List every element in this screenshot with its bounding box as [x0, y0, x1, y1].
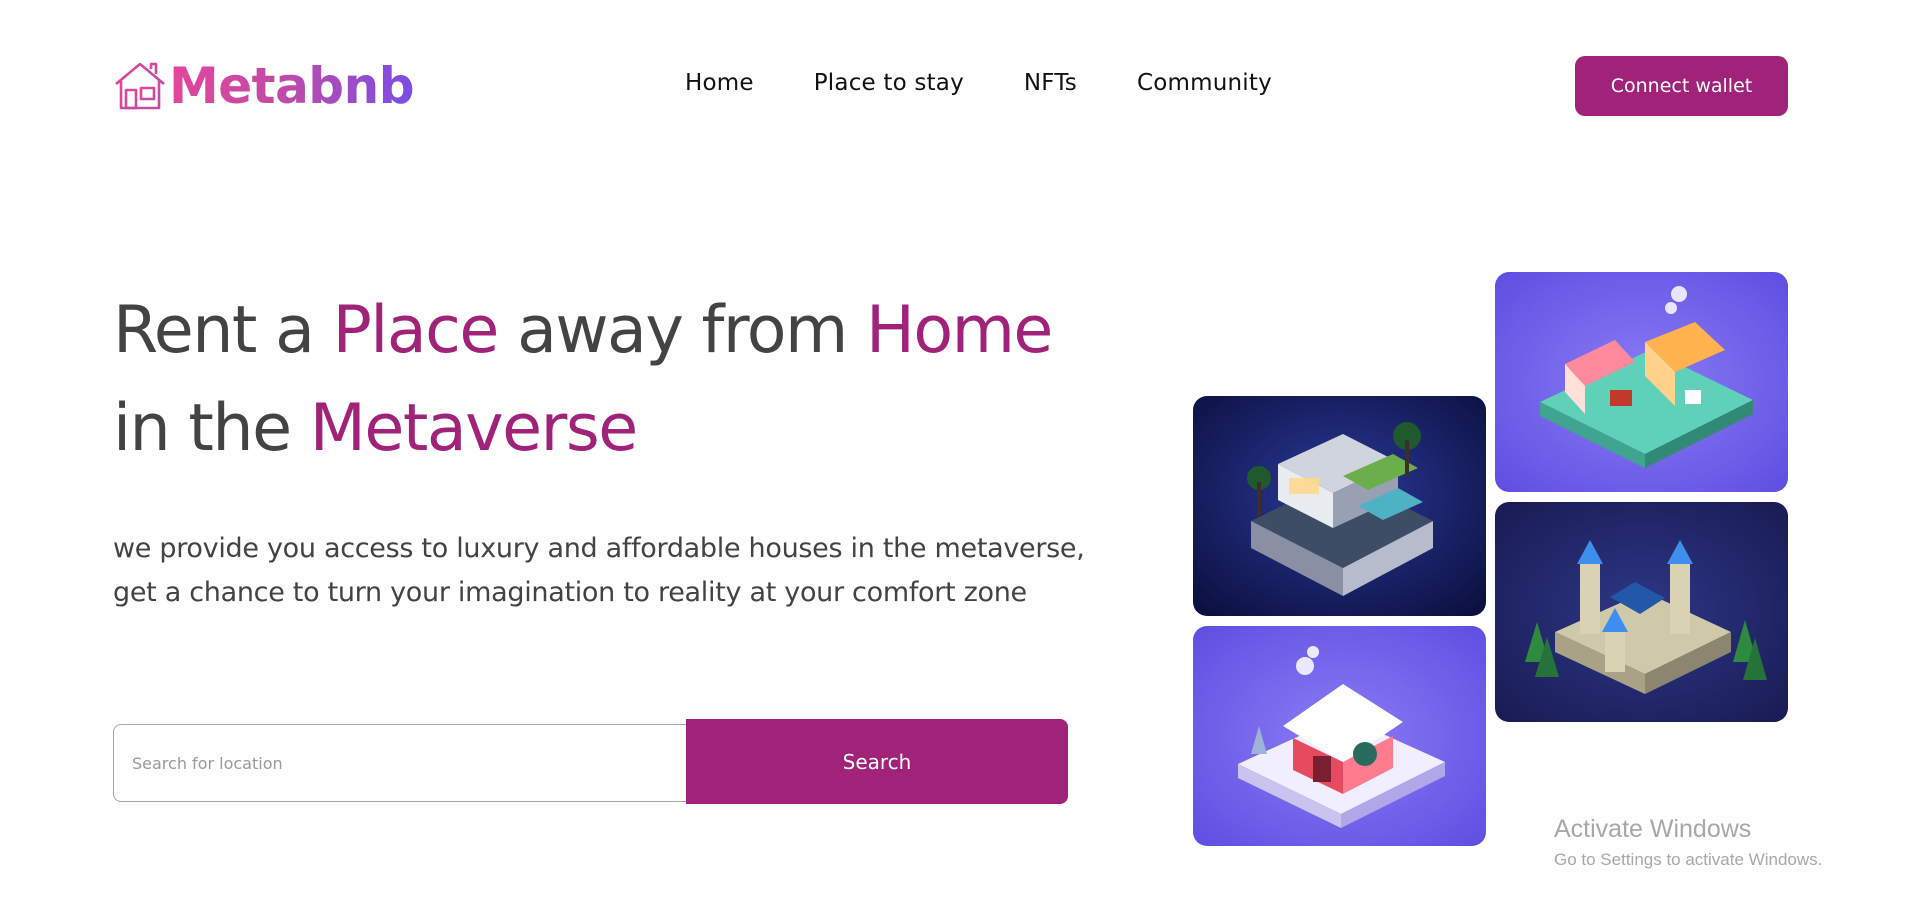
search-input[interactable] — [113, 724, 687, 802]
headline-text: Rent a — [113, 293, 333, 368]
nav-community[interactable]: Community — [1137, 70, 1272, 96]
nav-nfts[interactable]: NFTs — [1024, 70, 1077, 96]
brand-logo[interactable]: Metabnb — [113, 57, 415, 115]
headline-accent: Metaverse — [309, 391, 638, 466]
nav-home[interactable]: Home — [685, 70, 754, 96]
villa-image — [1193, 396, 1486, 616]
brand-name: Metabnb — [169, 57, 415, 115]
hero-headline: Rent a Place away from Home in the Metav… — [113, 282, 1113, 478]
headline-text: in the — [113, 391, 310, 466]
connect-wallet-button[interactable]: Connect wallet — [1575, 56, 1788, 116]
headline-accent: Home — [865, 293, 1053, 368]
watermark-subtitle: Go to Settings to activate Windows. — [1554, 850, 1823, 869]
castle-image — [1495, 502, 1788, 722]
winter-house-image — [1193, 626, 1486, 846]
windows-activation-watermark: Activate Windows Go to Settings to activ… — [1554, 814, 1822, 873]
watermark-title: Activate Windows — [1554, 815, 1752, 843]
headline-accent: Place — [332, 293, 500, 368]
main-nav: Home Place to stay NFTs Community — [685, 70, 1272, 96]
hero-subtitle: we provide you access to luxury and affo… — [113, 533, 1085, 608]
market-stall-image — [1495, 272, 1788, 492]
nav-place-to-stay[interactable]: Place to stay — [814, 70, 964, 96]
search-button[interactable]: Search — [686, 719, 1068, 804]
house-icon — [115, 62, 165, 110]
headline-text: away from — [497, 293, 866, 368]
